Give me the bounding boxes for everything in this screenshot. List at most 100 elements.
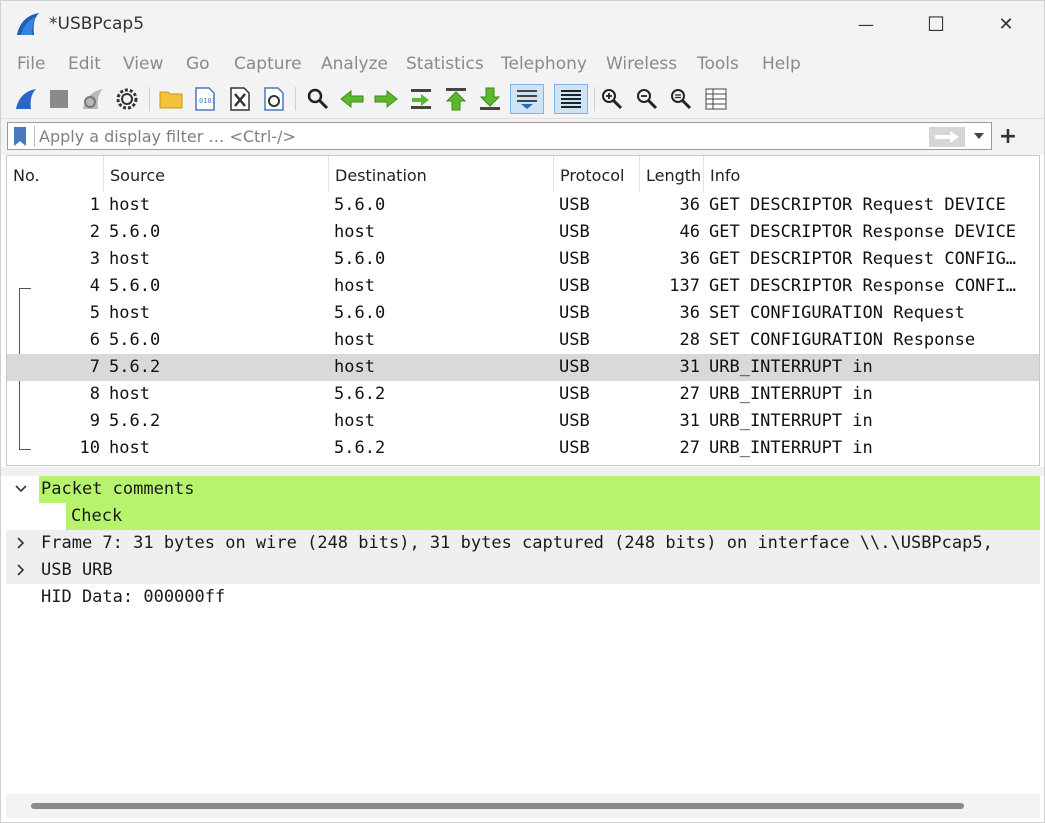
display-filter-bar: + [1, 119, 1044, 155]
go-forward-button[interactable] [371, 84, 401, 114]
apply-filter-button[interactable] [929, 127, 965, 147]
comment-node[interactable]: Check [6, 503, 1040, 530]
menu-wireless[interactable]: Wireless [606, 54, 677, 74]
column-header-protocol[interactable]: Protocol [554, 156, 640, 192]
packet-source: 5.6.0 [109, 222, 161, 242]
menu-analyze[interactable]: Analyze [321, 54, 388, 74]
packet-destination: 5.6.2 [334, 384, 386, 404]
go-back-button[interactable] [337, 84, 367, 114]
display-filter-input[interactable] [39, 124, 919, 148]
resize-columns-icon [705, 88, 727, 110]
usb-urb-node[interactable]: USB URB [6, 557, 1040, 584]
menu-capture[interactable]: Capture [234, 54, 302, 74]
arrow-up-icon [445, 88, 467, 111]
packet-row-selected[interactable]: 7 5.6.2 host USB 31 URB_INTERRUPT in [7, 354, 1039, 381]
packet-length: 27 [679, 438, 700, 458]
menu-tools[interactable]: Tools [697, 54, 739, 74]
packet-length: 27 [679, 384, 700, 404]
packet-row[interactable]: 9 5.6.2 host USB 31 URB_INTERRUPT in [7, 408, 1039, 435]
window-title: *USBPcap5 [49, 14, 145, 34]
add-filter-button-icon[interactable]: + [998, 122, 1018, 150]
menu-view[interactable]: View [123, 54, 163, 74]
packet-row[interactable]: 6 5.6.0 host USB 28 SET CONFIGURATION Re… [7, 327, 1039, 354]
menu-statistics[interactable]: Statistics [406, 54, 484, 74]
start-capture-button[interactable] [11, 84, 41, 114]
reload-file-button[interactable] [259, 84, 289, 114]
display-filter-box [7, 122, 992, 150]
packet-row[interactable]: 5 host 5.6.0 USB 36 SET CONFIGURATION Re… [7, 300, 1039, 327]
packet-info: URB_INTERRUPT in [709, 357, 873, 377]
capture-options-button[interactable] [112, 84, 142, 114]
column-header-source[interactable]: Source [104, 156, 329, 192]
packet-info: SET CONFIGURATION Response [709, 330, 976, 350]
scrollbar-thumb[interactable] [31, 803, 964, 809]
horizontal-scrollbar[interactable] [6, 794, 1040, 818]
packet-number: 5 [89, 303, 100, 323]
column-header-no[interactable]: No. [7, 156, 104, 192]
zoom-out-button[interactable] [632, 84, 662, 114]
menu-edit[interactable]: Edit [68, 54, 101, 74]
column-header-length[interactable]: Length [640, 156, 704, 192]
main-toolbar: 0101 [1, 81, 1044, 119]
packet-destination: host [334, 411, 375, 431]
pane-splitter[interactable] [1, 467, 1044, 476]
hid-data-label: HID Data: 000000ff [41, 587, 226, 607]
open-file-button[interactable] [156, 84, 186, 114]
auto-scroll-button[interactable] [510, 84, 544, 114]
zoom-normal-icon [671, 89, 692, 110]
zoom-in-button[interactable] [597, 84, 627, 114]
packet-protocol: USB [559, 222, 590, 242]
save-file-button[interactable]: 0101 [190, 84, 220, 114]
chevron-right-icon[interactable] [14, 536, 28, 550]
bookmark-icon[interactable] [14, 127, 26, 146]
filter-history-dropdown[interactable] [970, 126, 988, 146]
chevron-down-icon[interactable] [14, 482, 28, 496]
packet-row[interactable]: 2 5.6.0 host USB 46 GET DESCRIPTOR Respo… [7, 219, 1039, 246]
packet-number: 6 [89, 330, 100, 350]
packet-row[interactable]: 10 host 5.6.2 USB 27 URB_INTERRUPT in [7, 435, 1039, 462]
packet-number: 9 [89, 411, 100, 431]
close-file-button[interactable] [225, 84, 255, 114]
menu-file[interactable]: File [17, 54, 45, 74]
resize-columns-button[interactable] [701, 84, 731, 114]
menu-help[interactable]: Help [762, 54, 801, 74]
arrow-left-icon [340, 89, 364, 109]
go-first-button[interactable] [441, 84, 471, 114]
stop-capture-button[interactable] [44, 84, 74, 114]
gear-icon [116, 88, 138, 110]
frame-node[interactable]: Frame 7: 31 bytes on wire (248 bits), 31… [6, 530, 1040, 557]
packet-source: 5.6.0 [109, 330, 161, 350]
comment-text: Check [71, 506, 123, 526]
column-header-info[interactable]: Info [704, 156, 1039, 192]
magnifier-icon [307, 88, 329, 110]
maximize-button[interactable]: ☐ [901, 1, 971, 47]
go-last-button[interactable] [475, 84, 505, 114]
packet-source: host [109, 438, 150, 458]
packet-row[interactable]: 4 5.6.0 host USB 137 GET DESCRIPTOR Resp… [7, 273, 1039, 300]
hid-data-node[interactable]: HID Data: 000000ff [6, 584, 1040, 611]
go-to-packet-button[interactable] [406, 84, 436, 114]
minimize-button[interactable]: — [831, 1, 901, 47]
packet-length: 31 [679, 357, 700, 377]
packet-row[interactable]: 1 host 5.6.0 USB 36 GET DESCRIPTOR Reque… [7, 192, 1039, 219]
packet-row[interactable]: 3 host 5.6.0 USB 36 GET DESCRIPTOR Reque… [7, 246, 1039, 273]
packet-row[interactable]: 8 host 5.6.2 USB 27 URB_INTERRUPT in [7, 381, 1039, 408]
arrow-right-icon [935, 131, 959, 143]
find-packet-button[interactable] [303, 84, 333, 114]
chevron-right-icon[interactable] [14, 563, 28, 577]
restart-capture-button[interactable] [78, 84, 108, 114]
packet-destination: host [334, 222, 375, 242]
zoom-normal-button[interactable] [666, 84, 696, 114]
packet-protocol: USB [559, 276, 590, 296]
packet-source: 5.6.2 [109, 357, 161, 377]
column-header-destination[interactable]: Destination [329, 156, 554, 192]
packet-destination: host [334, 330, 375, 350]
colorize-button[interactable] [554, 84, 588, 114]
packet-comments-node[interactable]: Packet comments [6, 476, 1040, 503]
menu-go[interactable]: Go [186, 54, 210, 74]
minimize-icon: — [858, 14, 874, 34]
menu-telephony[interactable]: Telephony [501, 54, 587, 74]
packet-destination: 5.6.2 [334, 438, 386, 458]
close-button[interactable]: ✕ [971, 1, 1041, 47]
packet-info: URB_INTERRUPT in [709, 438, 873, 458]
